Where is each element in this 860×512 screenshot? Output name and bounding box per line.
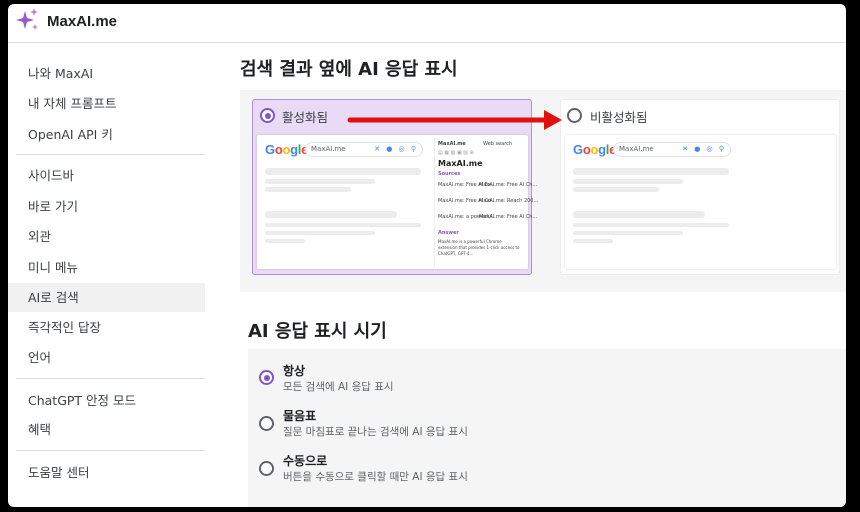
skeleton-line (573, 239, 613, 243)
radio-question-mark[interactable] (259, 416, 274, 431)
option-label-disabled: 비활성화됨 (590, 110, 648, 125)
panel-title: MaxAI.me (438, 159, 483, 168)
sidebar-item-benefits[interactable]: 혜택 (8, 415, 205, 444)
preview-without-ai-panel: Google MaxAI.me ✕ ● ◎ ⚲ (565, 135, 836, 269)
skeleton-line (265, 239, 305, 243)
search-icons: ✕ ● ◎ ⚲ (374, 145, 418, 153)
panel-model: Web search (483, 141, 513, 147)
radio-always[interactable] (259, 370, 274, 385)
skeleton-line (265, 223, 421, 227)
option-label-enabled: 활성화됨 (282, 110, 329, 125)
preview-with-ai-panel: Google MaxAI.me ✕ ● ◎ ⚲ MaxAI.me Web sea… (257, 135, 538, 269)
source-card: MaxAI.me: Reach 200... (479, 198, 539, 204)
skeleton-line (573, 231, 683, 235)
sidebar: 나와 MaxAI 내 자체 프롬프트 OpenAI API 키 사이드바 바로 … (8, 44, 213, 507)
sidebar-item-my-prompts[interactable]: 내 자체 프롬프트 (8, 89, 205, 118)
option-desc-question-mark: 질문 마침표로 끝나는 검색에 AI 응답 표시 (283, 426, 468, 438)
skeleton-line (573, 211, 705, 218)
radio-manually[interactable] (259, 461, 274, 476)
sidebar-item-search-with-ai[interactable]: AI로 검색 (8, 283, 205, 312)
google-logo: Google (573, 142, 616, 157)
skeleton-line (573, 179, 683, 184)
panel-answer-label: Answer (438, 230, 459, 236)
skeleton-line (265, 187, 351, 192)
skeleton-line (573, 187, 659, 192)
sidebar-item-openai-api-key[interactable]: OpenAI API 키 (8, 120, 205, 149)
sidebar-item-mini-menu[interactable]: 미니 메뉴 (8, 253, 205, 282)
skeleton-line (265, 211, 397, 218)
option-desc-always: 모든 검색에 AI 응답 표시 (283, 381, 394, 393)
option-desc-manually: 버튼을 수동으로 클릭할 때만 AI 응답 표시 (283, 471, 468, 483)
skeleton-line (573, 223, 729, 227)
sidebar-item-chatgpt-stable-mode[interactable]: ChatGPT 안정 모드 (8, 386, 205, 415)
source-card: MaxAI.me: Free AI Ch... (479, 182, 538, 188)
source-card: MaxAI.me: Free AI Ch... (479, 214, 538, 220)
skeleton-line (573, 168, 729, 175)
sidebar-divider (16, 154, 205, 155)
panel-header: MaxAI.me (438, 141, 466, 147)
app-header: MaxAI.me (8, 4, 846, 43)
option-title-always[interactable]: 항상 (283, 362, 305, 379)
skeleton-line (265, 179, 375, 184)
preview-search-box: MaxAI.me ✕ ● ◎ ⚲ (305, 142, 423, 157)
skeleton-line (265, 231, 375, 235)
sidebar-item-sidebar[interactable]: 사이드바 (8, 161, 205, 190)
settings-window: MaxAI.me 나와 MaxAI 내 자체 프롬프트 OpenAI API 키… (8, 4, 846, 507)
preview-ai-side-panel: MaxAI.me Web search ▤ ▦ ▧ ▣ ▥ ⊕ MaxAI.me… (434, 138, 538, 268)
sidebar-item-language[interactable]: 언어 (8, 343, 205, 372)
sidebar-divider (16, 450, 205, 451)
sidebar-divider (16, 378, 205, 379)
sparkle-icon (16, 8, 38, 30)
search-icons: ✕ ● ◎ ⚲ (682, 145, 726, 153)
section-title-show-ai-response: 검색 결과 옆에 AI 응답 표시 (240, 59, 458, 80)
radio-enabled[interactable] (260, 108, 275, 123)
sidebar-item-instant-reply[interactable]: 즉각적인 답장 (8, 313, 205, 342)
panel-toolbar-icons: ▤ ▦ ▧ ▣ ▥ ⊕ (438, 150, 474, 156)
section-title-when-to-show: AI 응답 표시 시기 (248, 321, 387, 342)
google-logo: Google (265, 142, 308, 157)
option-title-question-mark[interactable]: 물음표 (283, 407, 316, 424)
option-title-manually[interactable]: 수동으로 (283, 452, 327, 469)
app-title: MaxAI.me (47, 13, 118, 30)
preview-search-query: MaxAI.me (619, 145, 654, 153)
panel-answer-text: MaxAI.me is a powerful Chrome extension … (438, 239, 520, 256)
sidebar-item-appearance[interactable]: 외관 (8, 222, 205, 251)
annotation-arrow-icon (347, 110, 562, 130)
option-card-disabled[interactable]: 비활성화됨 Google MaxAI.me ✕ ● ◎ ⚲ (560, 99, 840, 275)
sidebar-item-help-center[interactable]: 도움말 센터 (8, 458, 205, 487)
preview-search-query: MaxAI.me (311, 145, 346, 153)
main-content: 검색 결과 옆에 AI 응답 표시 활성화됨 Google MaxAI.me ✕… (213, 44, 846, 507)
sidebar-item-shortcuts[interactable]: 바로 가기 (8, 192, 205, 221)
skeleton-line (265, 168, 421, 175)
radio-disabled[interactable] (567, 108, 582, 123)
preview-search-box: MaxAI.me ✕ ● ◎ ⚲ (613, 142, 731, 157)
sidebar-item-me-and-maxai[interactable]: 나와 MaxAI (8, 59, 205, 88)
panel-sources-label: Sources (438, 171, 461, 177)
